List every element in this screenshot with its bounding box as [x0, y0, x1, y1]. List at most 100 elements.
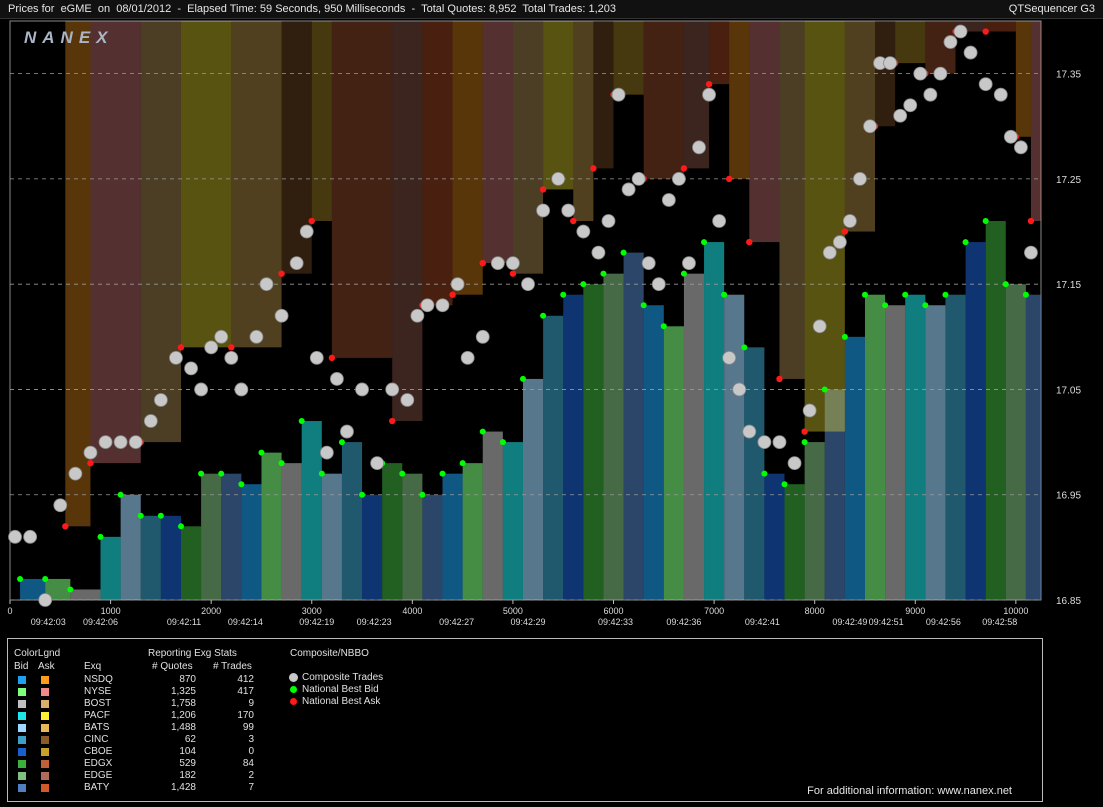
trade-point	[309, 350, 324, 365]
bid-band	[1025, 294, 1041, 600]
quote-count: 182	[179, 770, 196, 781]
exchange-name: BATS	[84, 722, 110, 733]
exchange-name: BATY	[84, 782, 110, 793]
trade-point	[460, 350, 475, 365]
quote-count: 870	[179, 674, 196, 685]
best-bid-point	[97, 533, 104, 540]
best-bid-point	[801, 439, 808, 446]
ask-swatch	[41, 784, 49, 792]
trade-point	[289, 256, 304, 271]
best-ask-point	[725, 175, 733, 183]
best-bid-point	[157, 512, 164, 519]
chart-title: Prices for eGME on 08/01/2012 - Elapsed …	[8, 3, 616, 15]
composite-title: Composite/NBBO	[290, 648, 369, 659]
trade-point	[370, 456, 385, 471]
best-ask-point	[801, 428, 808, 435]
trade-count: 99	[242, 722, 254, 733]
bid-band	[663, 326, 684, 600]
trade-count: 84	[242, 758, 254, 769]
trade-point	[410, 308, 425, 323]
bid-band	[744, 347, 765, 600]
bid-swatch	[18, 700, 26, 708]
trade-point	[128, 435, 143, 449]
best-ask-point	[177, 344, 185, 351]
bid-band	[120, 494, 141, 600]
best-bid-point	[861, 291, 868, 298]
ask-band	[512, 21, 544, 274]
bid-band	[482, 431, 503, 600]
best-bid-point	[982, 218, 989, 225]
trade-point	[611, 87, 626, 102]
time-label: 09:42:27	[439, 617, 474, 627]
bid-band	[241, 484, 262, 600]
ask-band	[90, 21, 141, 464]
trade-point	[903, 98, 918, 113]
trade-point	[842, 214, 857, 228]
best-bid-point	[560, 291, 567, 298]
best-bid-point	[198, 470, 205, 477]
bid-band	[563, 294, 584, 600]
best-bid-point	[177, 523, 184, 530]
time-label: 09:42:14	[228, 617, 263, 627]
trade-point	[601, 214, 616, 228]
time-label: 09:42:49	[832, 617, 867, 627]
best-bid-point	[660, 323, 667, 330]
x-tick-label: 8000	[805, 606, 825, 616]
time-label: 09:42:23	[357, 617, 392, 627]
bid-band	[623, 252, 644, 600]
ask-band	[392, 21, 423, 422]
exchange-name: CINC	[84, 734, 109, 745]
x-tick-label: 10000	[1003, 606, 1028, 616]
trade-point	[787, 456, 802, 471]
bid-band	[543, 315, 564, 600]
exchange-name: EDGE	[84, 770, 113, 781]
trade-point	[772, 435, 787, 449]
time-label: 09:42:51	[869, 617, 904, 627]
trade-point	[883, 56, 898, 71]
bid-band	[140, 515, 161, 600]
trade-point	[400, 393, 415, 407]
time-label: 09:42:03	[31, 617, 66, 627]
trade-point	[978, 77, 993, 92]
best-ask-point	[570, 217, 577, 225]
best-bid-point	[419, 491, 426, 498]
best-bid-point	[1002, 281, 1009, 288]
bid-band	[885, 305, 906, 600]
quote-count: 1,488	[170, 722, 196, 733]
exchange-name: NSDQ	[84, 674, 113, 685]
quote-count: 1,758	[170, 698, 196, 709]
best-bid-point	[821, 386, 828, 393]
trade-point	[692, 140, 706, 155]
bid-band	[724, 294, 745, 600]
exchange-name: CBOE	[84, 746, 113, 757]
bid-swatch	[18, 736, 26, 744]
best-bid-point	[318, 470, 325, 477]
best-ask-point	[278, 270, 285, 277]
trade-point	[319, 445, 334, 460]
ask-band	[1030, 21, 1041, 222]
ask-swatch	[41, 748, 49, 756]
trade-point	[576, 224, 591, 239]
y-tick-label: 16.85	[1056, 596, 1081, 607]
ask-band	[452, 21, 483, 295]
composite-label: National Best Ask	[302, 696, 381, 707]
trades-header: # Trades	[213, 661, 252, 672]
best-bid-point	[701, 239, 708, 246]
y-tick-label: 16.95	[1056, 491, 1081, 502]
quote-count: 1,325	[170, 686, 196, 697]
bid-band	[261, 452, 282, 600]
quote-count: 1,206	[170, 710, 196, 721]
best-bid-point	[741, 344, 748, 351]
bid-swatch	[18, 712, 26, 720]
trade-point	[68, 466, 83, 481]
trade-point	[1003, 129, 1018, 144]
bid-band	[804, 442, 825, 600]
best-bid-point	[540, 312, 547, 319]
trade-point	[863, 119, 877, 134]
bid-band	[864, 294, 886, 600]
trade-count: 412	[237, 674, 254, 685]
time-label: 09:42:58	[982, 617, 1017, 627]
time-label: 09:42:33	[598, 617, 633, 627]
quote-count: 1,428	[170, 782, 196, 793]
ask-swatch	[41, 772, 49, 780]
